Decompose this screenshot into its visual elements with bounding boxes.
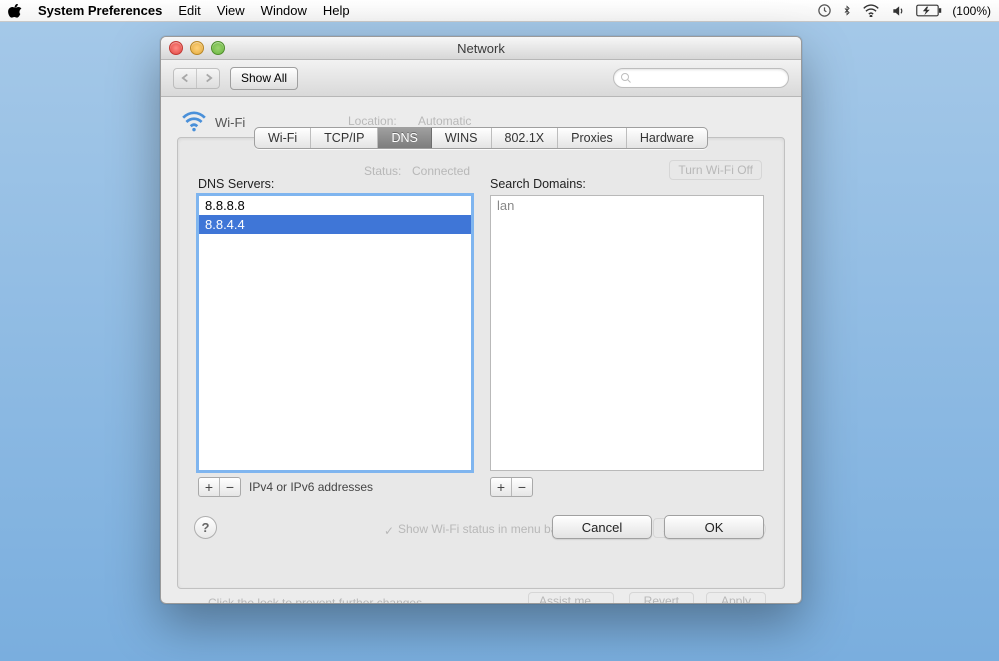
search-domains-label: Search Domains: [490,177,764,191]
ok-label: OK [705,520,724,535]
tab-hardware[interactable]: Hardware [627,128,707,148]
search-domains-remove-button[interactable]: − [512,478,532,496]
dns-servers-list[interactable]: 8.8.8.88.8.4.4 [198,195,472,471]
nav-back-button[interactable] [174,69,197,88]
window-close-button[interactable] [169,41,183,55]
nav-forward-button[interactable] [197,69,219,88]
search-domains-add-button[interactable]: + [491,478,512,496]
bluetooth-icon[interactable] [842,3,852,18]
advanced-sheet: Location: Automatic Status: Connected Tu… [177,137,785,589]
advanced-tabs: Wi-Fi TCP/IP DNS WINS 802.1X Proxies Har… [178,127,784,149]
tab-proxies[interactable]: Proxies [558,128,627,148]
window-minimize-button[interactable] [190,41,204,55]
wifi-status-icon[interactable] [862,4,880,17]
ghost-revert: Revert [629,592,694,604]
battery-percent-label: (100%) [952,4,991,18]
menubar: System Preferences Edit View Window Help… [0,0,999,22]
dns-server-row[interactable]: 8.8.8.8 [199,196,471,215]
show-all-label: Show All [241,71,287,85]
app-menu-title[interactable]: System Preferences [38,3,162,18]
dns-servers-add-button[interactable]: + [199,478,220,496]
apple-menu-icon[interactable] [8,4,22,18]
dns-servers-remove-button[interactable]: − [220,478,240,496]
search-domains-pane: Search Domains: lan + − [490,177,764,497]
nav-back-forward [173,68,220,89]
show-all-button[interactable]: Show All [230,67,298,90]
dns-servers-label: DNS Servers: [198,177,472,191]
ghost-assist: Assist me… [528,592,614,604]
menu-edit[interactable]: Edit [178,3,200,18]
cancel-button[interactable]: Cancel [552,515,652,539]
search-domains-add-remove: + − [490,477,533,497]
cancel-label: Cancel [582,520,622,535]
window-zoom-button[interactable] [211,41,225,55]
ok-button[interactable]: OK [664,515,764,539]
tab-8021x[interactable]: 802.1X [492,128,559,148]
dns-server-row[interactable]: 8.8.4.4 [199,215,471,234]
search-input[interactable] [636,70,795,86]
help-label: ? [202,520,210,535]
window-titlebar[interactable]: Network [161,37,801,60]
menu-help[interactable]: Help [323,3,350,18]
tab-wins[interactable]: WINS [432,128,492,148]
window-toolbar: Show All [161,60,801,97]
menu-window[interactable]: Window [261,3,307,18]
toolbar-search-field[interactable] [613,68,789,88]
battery-icon[interactable] [916,4,942,17]
tab-wifi[interactable]: Wi-Fi [255,128,311,148]
dns-servers-pane: DNS Servers: 8.8.8.88.8.4.4 + − IPv4 or … [198,177,472,497]
help-button[interactable]: ? [194,516,217,539]
tab-dns[interactable]: DNS [378,128,431,148]
dns-servers-add-remove: + − [198,477,241,497]
time-machine-icon[interactable] [817,3,832,18]
tab-tcpip[interactable]: TCP/IP [311,128,378,148]
search-domain-row[interactable]: lan [491,196,763,215]
menu-view[interactable]: View [217,3,245,18]
ghost-lock-hint: Click the lock to prevent further change… [208,596,425,604]
ghost-apply: Apply [706,592,766,604]
search-domains-list[interactable]: lan [490,195,764,471]
dns-hint-label: IPv4 or IPv6 addresses [249,480,373,494]
volume-icon[interactable] [890,4,906,18]
network-preferences-window: Network Show All Wi-Fi Location: [160,36,802,604]
window-title: Network [161,41,801,56]
